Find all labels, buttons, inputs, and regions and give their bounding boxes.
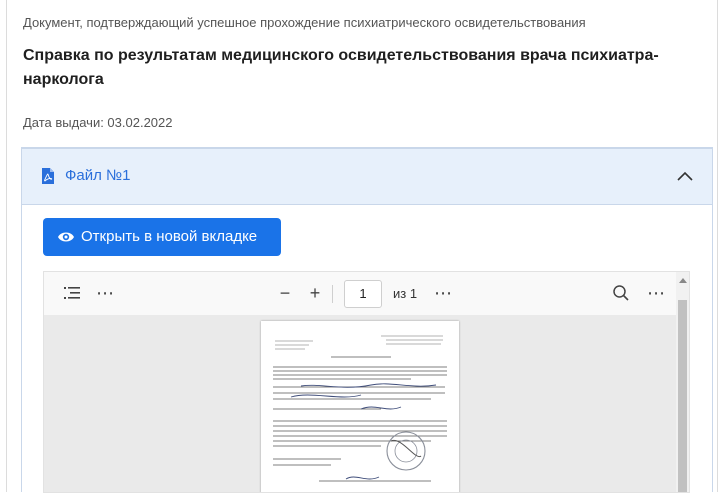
file-accordion: Файл №1 Открыть в новой вкладке ⋯ − + 1 …	[21, 147, 713, 493]
more-icon[interactable]: ⋯	[432, 282, 454, 304]
document-title: Справка по результатам медицинского осви…	[23, 47, 659, 88]
page-number-input[interactable]: 1	[344, 280, 382, 308]
eye-icon	[58, 232, 74, 242]
pdf-toolbar: ⋯ − + 1 из 1 ⋯ ⋯	[44, 272, 689, 316]
pdf-page-thumbnail	[261, 321, 459, 492]
document-type-label: Документ, подтверждающий успешное прохож…	[23, 15, 586, 30]
more-icon[interactable]: ⋯	[645, 282, 667, 304]
more-icon[interactable]: ⋯	[94, 282, 116, 304]
toolbar-separator	[332, 285, 333, 303]
zoom-in-icon[interactable]: +	[304, 282, 326, 304]
pdf-file-icon	[42, 168, 54, 184]
file-accordion-header[interactable]: Файл №1	[22, 148, 712, 205]
page-count-label: из 1	[393, 286, 418, 301]
zoom-out-icon[interactable]: −	[274, 282, 296, 304]
pdf-viewer: ⋯ − + 1 из 1 ⋯ ⋯	[43, 271, 690, 493]
file-label[interactable]: Файл №1	[65, 167, 130, 184]
scrollbar-thumb[interactable]	[678, 300, 687, 492]
issue-date: Дата выдачи: 03.02.2022	[23, 115, 173, 130]
open-in-new-tab-label: Открыть в новой вкладке	[81, 228, 258, 245]
scanned-certificate-image	[261, 321, 459, 492]
open-in-new-tab-button[interactable]: Открыть в новой вкладке	[43, 218, 281, 256]
document-card: Документ, подтверждающий успешное прохож…	[6, 0, 718, 493]
viewer-scrollbar[interactable]	[676, 272, 689, 492]
outline-icon[interactable]	[61, 282, 83, 304]
pdf-page-area	[44, 315, 676, 492]
search-icon[interactable]	[610, 282, 632, 304]
chevron-up-icon[interactable]	[674, 166, 696, 188]
scroll-up-icon[interactable]	[679, 278, 687, 283]
